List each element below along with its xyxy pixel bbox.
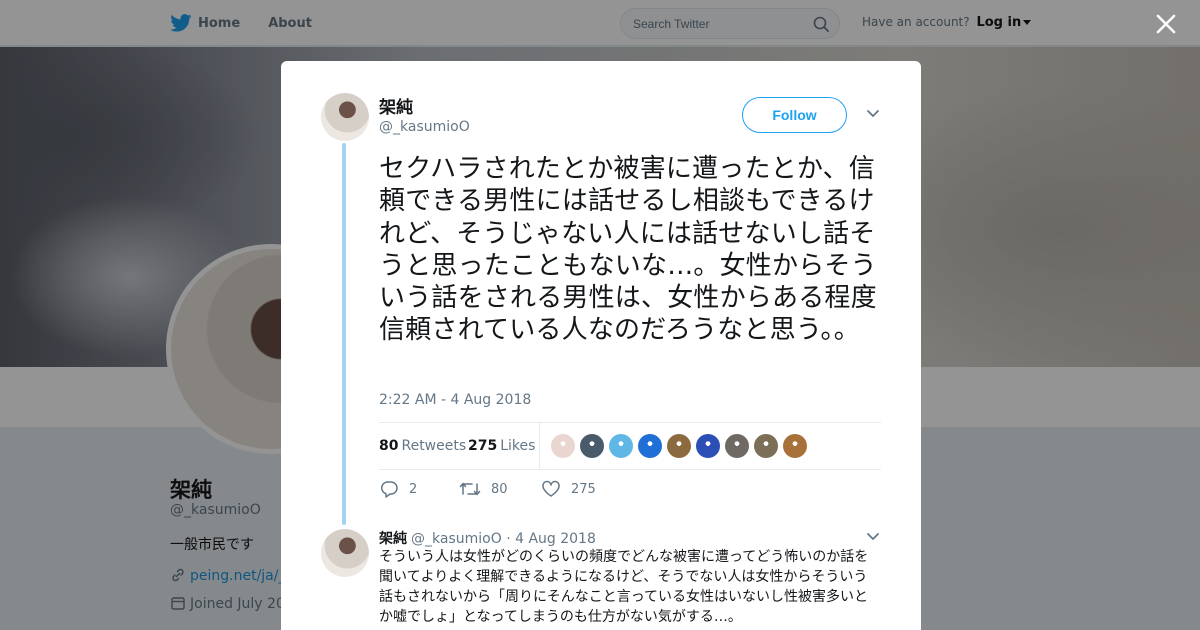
retweets-count: 80 (379, 438, 399, 454)
reply-author-name[interactable]: 架純 (379, 531, 407, 547)
retweet-icon (459, 482, 481, 496)
reply-date[interactable]: · 4 Aug 2018 (506, 531, 596, 547)
tweet-permalink-modal: 架純 @_kasumioO Follow セクハラされたとか被害に遭ったとか、信… (281, 61, 921, 630)
tweet-author-handle[interactable]: @_kasumioO (379, 119, 470, 135)
like-count: 275 (571, 481, 596, 497)
retweets-stat[interactable]: 80 Retweets (379, 438, 466, 454)
chevron-down-icon[interactable] (866, 532, 880, 542)
retweet-button[interactable]: 80 (459, 480, 508, 498)
liker-avatar[interactable] (609, 434, 633, 458)
likes-count: 275 (468, 438, 498, 454)
liker-avatar[interactable] (725, 434, 749, 458)
liker-avatars (551, 434, 807, 458)
reply-header: 架純 @_kasumioO · 4 Aug 2018 (379, 528, 596, 548)
tweet-timestamp[interactable]: 2:22 AM - 4 Aug 2018 (379, 392, 531, 408)
reply-author-avatar[interactable] (321, 529, 369, 577)
reply-count: 2 (409, 481, 418, 497)
tweet-stats: 80 Retweets 275 Likes (379, 422, 881, 470)
reply-button[interactable]: 2 (379, 480, 417, 498)
likes-stat[interactable]: 275 Likes (468, 438, 535, 454)
thread-connector-line (342, 143, 346, 525)
reply-icon (380, 481, 398, 498)
liker-avatar[interactable] (638, 434, 662, 458)
liker-avatar[interactable] (754, 434, 778, 458)
liker-avatar[interactable] (580, 434, 604, 458)
close-icon[interactable] (1155, 13, 1177, 35)
heart-icon (542, 480, 560, 497)
reply-author-handle[interactable]: @_kasumioO (411, 531, 502, 547)
likes-label: Likes (500, 438, 536, 454)
retweet-count: 80 (491, 481, 508, 497)
like-button[interactable]: 275 (541, 480, 596, 498)
retweets-label: Retweets (401, 438, 467, 454)
liker-avatar[interactable] (667, 434, 691, 458)
tweet-author-name[interactable]: 架純 (379, 93, 413, 118)
tweet-text: セクハラされたとか被害に遭ったとか、信頼できる男性には話せるし相談もできるけれど… (379, 154, 877, 346)
chevron-down-icon[interactable] (866, 109, 880, 119)
tweet-author-avatar[interactable] (321, 93, 369, 141)
stats-divider (539, 423, 540, 470)
follow-button[interactable]: Follow (742, 97, 847, 133)
liker-avatar[interactable] (696, 434, 720, 458)
liker-avatar[interactable] (783, 434, 807, 458)
liker-avatar[interactable] (551, 434, 575, 458)
reply-text: そういう人は女性がどのくらいの頻度でどんな被害に遭ってどう怖いのか話を聞いてより… (379, 549, 869, 625)
